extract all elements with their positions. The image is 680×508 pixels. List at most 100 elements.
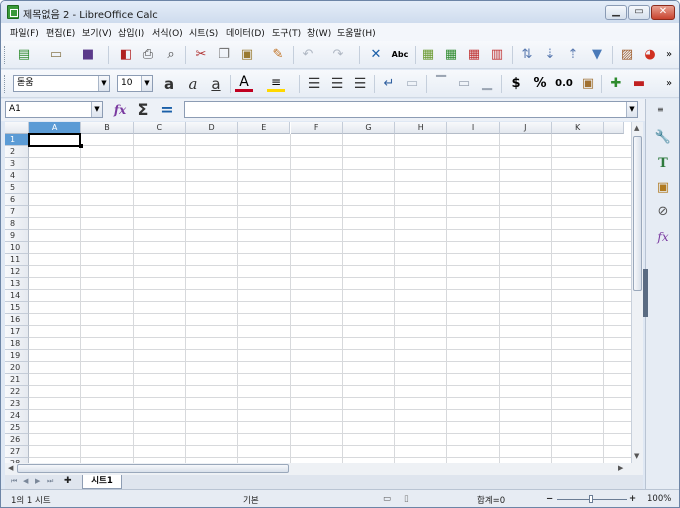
properties-icon[interactable]: 🔧 [654, 129, 672, 147]
font-size-combo[interactable]: 10 ▼ [117, 75, 153, 92]
redo-icon[interactable]: ↷ [329, 46, 347, 64]
sidebar-menu-icon[interactable]: ≡ [657, 105, 664, 114]
formula-icon[interactable]: = [158, 101, 176, 119]
select-all-corner[interactable] [5, 122, 29, 134]
toolbar-overflow-icon[interactable]: » [663, 46, 675, 64]
underline-icon[interactable]: a [207, 75, 225, 93]
chevron-down-icon[interactable]: ▼ [91, 102, 102, 117]
row-header[interactable]: 13 [5, 278, 29, 290]
zoom-level[interactable]: 100% [647, 494, 671, 504]
row-header[interactable]: 8 [5, 218, 29, 230]
delete-column-icon[interactable]: ▥ [488, 46, 506, 64]
row-header[interactable]: 19 [5, 350, 29, 362]
find-replace-icon[interactable]: ✕ [367, 46, 385, 64]
row-header[interactable]: 17 [5, 326, 29, 338]
paste-icon[interactable]: ▣ [238, 46, 256, 64]
formula-input[interactable]: ▼ [184, 101, 638, 118]
toolbar-grip[interactable] [4, 46, 7, 64]
column-header[interactable]: B [81, 122, 134, 134]
sort-descending-icon[interactable]: ⇡ [564, 46, 582, 64]
chevron-down-icon[interactable]: ▼ [141, 76, 152, 91]
navigator-icon[interactable]: ⊘ [654, 203, 672, 221]
row-header[interactable]: 25 [5, 422, 29, 434]
menu-edit[interactable]: 편집(E) [46, 26, 75, 39]
insert-image-icon[interactable]: ▨ [618, 46, 636, 64]
spreadsheet-grid[interactable]: A B C D E F G H I J K 1 2 3 4 5 6 7 8 9 10 11 12 13 14 15 16 17 18 19… [5, 122, 631, 463]
row-header[interactable]: 1 [5, 134, 29, 146]
row-header[interactable]: 14 [5, 290, 29, 302]
zoom-out-button[interactable]: − [546, 494, 553, 504]
row-header[interactable]: 26 [5, 434, 29, 446]
minimize-button[interactable]: ▁ [605, 5, 627, 20]
row-header[interactable]: 3 [5, 158, 29, 170]
align-bottom-icon[interactable]: ▁ [478, 75, 496, 93]
align-center-icon[interactable]: ☰ [328, 75, 346, 93]
print-icon[interactable]: ⎙ [139, 46, 157, 64]
new-document-icon[interactable]: ▤ [15, 46, 33, 64]
column-header[interactable]: I [447, 122, 500, 134]
insert-chart-icon[interactable]: ◕ [641, 46, 659, 64]
row-header[interactable]: 16 [5, 314, 29, 326]
bold-icon[interactable]: a [160, 75, 178, 93]
column-header[interactable] [604, 122, 625, 134]
add-decimal-icon[interactable]: ✚ [607, 75, 625, 93]
first-sheet-icon[interactable]: ⏮ [11, 477, 17, 486]
highlight-color-icon[interactable]: ≡ [267, 74, 285, 92]
column-header[interactable]: J [499, 122, 552, 134]
zoom-in-button[interactable]: + [629, 494, 636, 504]
sort-icon[interactable]: ⇅ [518, 46, 536, 64]
date-format-icon[interactable]: ▣ [579, 75, 597, 93]
delete-row-icon[interactable]: ▦ [465, 46, 483, 64]
column-header[interactable]: H [395, 122, 448, 134]
align-middle-icon[interactable]: ▭ [455, 75, 473, 93]
function-wizard-icon[interactable]: fx [111, 101, 129, 119]
column-header[interactable]: E [238, 122, 291, 134]
autofilter-icon[interactable]: ▼ [588, 46, 606, 64]
row-header[interactable]: 20 [5, 362, 29, 374]
sum-status[interactable]: 합계=0 [477, 494, 505, 506]
chevron-down-icon[interactable]: ▼ [98, 76, 109, 91]
row-header[interactable]: 24 [5, 410, 29, 422]
active-cell-a1[interactable] [28, 133, 82, 147]
name-box[interactable]: A1 ▼ [5, 101, 103, 118]
column-header[interactable]: C [133, 122, 186, 134]
maximize-button[interactable]: ▭ [628, 5, 650, 20]
sidebar-collapse-handle[interactable] [643, 269, 648, 317]
row-header[interactable]: 7 [5, 206, 29, 218]
sum-icon[interactable]: Σ [134, 101, 152, 119]
add-sheet-icon[interactable]: ✚ [64, 476, 72, 486]
wrap-text-icon[interactable]: ↵ [380, 75, 398, 93]
insert-row-icon[interactable]: ▦ [419, 46, 437, 64]
row-header[interactable]: 12 [5, 266, 29, 278]
row-header[interactable]: 4 [5, 170, 29, 182]
chevron-down-icon[interactable]: ▼ [626, 102, 637, 117]
row-header[interactable]: 22 [5, 386, 29, 398]
gallery-icon[interactable]: ▣ [654, 179, 672, 197]
row-header[interactable]: 27 [5, 446, 29, 458]
align-top-icon[interactable]: ▔ [432, 75, 450, 93]
menu-data[interactable]: 데이터(D) [226, 26, 265, 39]
selection-mode-icon[interactable]: ▭ [383, 494, 391, 504]
font-color-icon[interactable]: A [235, 74, 253, 92]
font-name-combo[interactable]: 돋움 ▼ [13, 75, 110, 92]
print-preview-icon[interactable]: ⌕ [162, 46, 180, 64]
spellcheck-icon[interactable]: Abc [389, 46, 411, 64]
horizontal-scroll-thumb[interactable] [17, 464, 289, 473]
functions-icon[interactable]: fx [654, 228, 672, 246]
row-header[interactable]: 11 [5, 254, 29, 266]
close-button[interactable]: ✕ [651, 5, 675, 20]
page-style-status[interactable]: 기본 [243, 494, 259, 506]
last-sheet-icon[interactable]: ⏭ [47, 477, 53, 486]
menu-file[interactable]: 파일(F) [10, 26, 39, 39]
menu-view[interactable]: 보기(V) [82, 26, 112, 39]
italic-icon[interactable]: a [184, 75, 202, 93]
save-icon[interactable]: ■ [79, 46, 97, 64]
column-header[interactable]: F [290, 122, 343, 134]
row-header[interactable]: 9 [5, 230, 29, 242]
row-header[interactable]: 5 [5, 182, 29, 194]
toolbar-grip[interactable] [4, 75, 7, 93]
menu-format[interactable]: 서식(O) [152, 26, 183, 39]
menu-sheet[interactable]: 시트(S) [189, 26, 218, 39]
align-right-icon[interactable]: ☰ [351, 75, 369, 93]
menu-help[interactable]: 도움말(H) [337, 26, 376, 39]
